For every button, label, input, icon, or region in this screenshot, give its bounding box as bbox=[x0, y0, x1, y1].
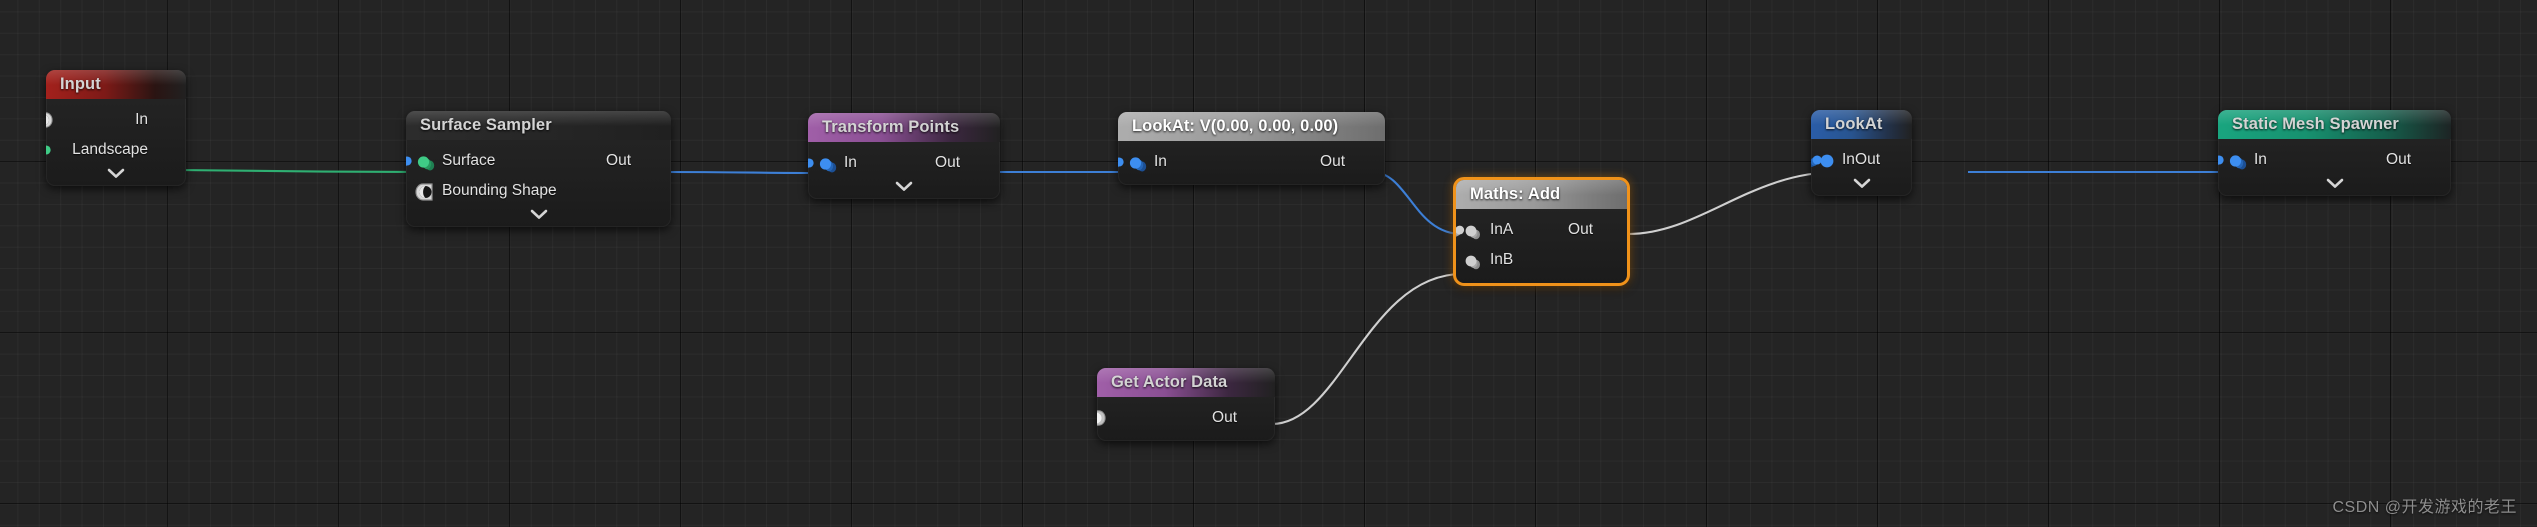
pin-row-bounding-shape[interactable]: Bounding Shape bbox=[406, 176, 671, 206]
node-input-title: Input bbox=[60, 75, 101, 93]
pin-label-in: In bbox=[1842, 151, 1855, 168]
node-surface-sampler-title: Surface Sampler bbox=[420, 116, 552, 134]
pin-label-ina: InA bbox=[1490, 221, 1514, 238]
pin-label-in: In bbox=[2254, 151, 2267, 168]
node-lookat-header[interactable]: LookAt bbox=[1811, 110, 1912, 139]
pin-in-inb[interactable]: InB bbox=[1463, 250, 1513, 271]
pin-label-surface: Surface bbox=[442, 152, 496, 169]
pin-in-static-mesh-spawner[interactable]: In bbox=[2227, 150, 2267, 171]
object-pin-icon[interactable] bbox=[415, 181, 433, 202]
node-lookat-vector-body: In Out bbox=[1118, 141, 1385, 185]
node-transform-points-title: Transform Points bbox=[822, 118, 960, 136]
pin-in-transform-points[interactable]: In bbox=[817, 153, 857, 174]
pin-in-lookat-vector[interactable]: In bbox=[1127, 152, 1167, 173]
data-pin-icon[interactable] bbox=[1118, 152, 1126, 173]
pin-row-surface[interactable]: Surface Out bbox=[406, 146, 671, 176]
pin-in-lookat[interactable]: In bbox=[1819, 150, 1855, 171]
pin-label-inb: InB bbox=[1490, 251, 1514, 268]
pin-label-out: Out bbox=[606, 152, 631, 169]
node-input-collapse-chevron[interactable] bbox=[46, 165, 186, 186]
pin-in-ina[interactable]: InA bbox=[1463, 220, 1513, 241]
node-get-actor-data-body: Out bbox=[1097, 397, 1275, 441]
node-transform-points-body: In Out bbox=[808, 142, 1000, 199]
pin-row-input-landscape[interactable]: Landscape bbox=[46, 135, 186, 165]
node-lookat-vector-title: LookAt: V(0.00, 0.00, 0.00) bbox=[1132, 117, 1339, 135]
pin-row-lookat-vector-in[interactable]: In Out bbox=[1118, 147, 1385, 177]
data-pin-icon[interactable] bbox=[2227, 150, 2247, 171]
node-get-actor-data-header[interactable]: Get Actor Data bbox=[1097, 368, 1275, 397]
pin-row-transform-points-in[interactable]: In Out bbox=[808, 148, 1000, 178]
node-transform-points-header[interactable]: Transform Points bbox=[808, 113, 1000, 142]
node-static-mesh-spawner-body: In Out bbox=[2218, 139, 2451, 196]
node-transform-points-collapse-chevron[interactable] bbox=[808, 178, 1000, 199]
pin-in-surface[interactable]: Surface bbox=[415, 151, 495, 172]
pin-in-bounding-shape[interactable]: Bounding Shape bbox=[415, 181, 557, 202]
pin-label-out: Out bbox=[935, 154, 960, 171]
node-static-mesh-spawner-title: Static Mesh Spawner bbox=[2232, 115, 2399, 133]
wire-maths-add-to-lookat bbox=[1627, 170, 1839, 236]
object-pin-icon[interactable] bbox=[46, 110, 53, 131]
pin-label-out: Out bbox=[1320, 153, 1345, 170]
wire-get-actor-data-to-maths-add bbox=[1271, 272, 1463, 426]
data-pin-icon[interactable] bbox=[817, 153, 837, 174]
node-surface-sampler[interactable]: Surface Sampler Surface Out Bounding Sha… bbox=[406, 111, 671, 227]
pin-label-out: Out bbox=[1855, 151, 1880, 168]
data-pin-icon[interactable] bbox=[1811, 150, 1824, 171]
node-transform-points[interactable]: Transform Points In Out bbox=[808, 113, 1000, 199]
data-pin-icon[interactable] bbox=[46, 140, 53, 161]
data-pin-icon[interactable] bbox=[2218, 150, 2226, 171]
wire-lookat-vector-to-maths-add bbox=[1371, 170, 1463, 236]
node-graph-canvas[interactable]: Input In Landscape Surface Sampler Surfa… bbox=[0, 0, 2537, 527]
object-pin-icon[interactable] bbox=[1097, 408, 1106, 429]
watermark-text: CSDN @开发游戏的老王 bbox=[2332, 499, 2517, 516]
pin-label-bounding-shape: Bounding Shape bbox=[442, 182, 557, 199]
pin-row-inb[interactable]: InB bbox=[1456, 245, 1627, 275]
connection-wires-layer bbox=[175, 168, 2228, 426]
pin-row-ina[interactable]: InA Out bbox=[1456, 215, 1627, 245]
node-surface-sampler-header[interactable]: Surface Sampler bbox=[406, 111, 671, 140]
pin-row-get-actor-data-out[interactable]: Out bbox=[1097, 403, 1275, 433]
node-lookat-body: In Out bbox=[1811, 139, 1912, 196]
pin-row-lookat-in[interactable]: In Out bbox=[1811, 145, 1912, 175]
pin-row-static-mesh-spawner-in[interactable]: In Out bbox=[2218, 145, 2451, 175]
node-lookat-collapse-chevron[interactable] bbox=[1811, 175, 1912, 196]
pin-label-landscape: Landscape bbox=[72, 141, 148, 158]
node-static-mesh-spawner[interactable]: Static Mesh Spawner In Out bbox=[2218, 110, 2451, 196]
wire-input-to-surface-sampler bbox=[175, 168, 426, 174]
node-surface-sampler-collapse-chevron[interactable] bbox=[406, 206, 671, 227]
node-input[interactable]: Input In Landscape bbox=[46, 70, 186, 186]
node-surface-sampler-body: Surface Out Bounding Shape bbox=[406, 140, 671, 227]
pin-label-in: In bbox=[844, 154, 857, 171]
pin-label-in: In bbox=[1154, 153, 1167, 170]
pin-label-out: Out bbox=[1212, 409, 1237, 426]
data-pin-icon[interactable] bbox=[1463, 250, 1480, 271]
data-pin-icon[interactable] bbox=[1127, 152, 1147, 173]
pin-label-in: In bbox=[135, 111, 148, 128]
node-lookat-vector[interactable]: LookAt: V(0.00, 0.00, 0.00) In Out bbox=[1118, 112, 1385, 185]
node-static-mesh-spawner-header[interactable]: Static Mesh Spawner bbox=[2218, 110, 2451, 139]
node-input-body: In Landscape bbox=[46, 99, 186, 186]
node-maths-add-title: Maths: Add bbox=[1470, 185, 1561, 203]
node-get-actor-data[interactable]: Get Actor Data Out bbox=[1097, 368, 1275, 441]
pin-row-input-in[interactable]: In bbox=[46, 105, 186, 135]
node-lookat-vector-header[interactable]: LookAt: V(0.00, 0.00, 0.00) bbox=[1118, 112, 1385, 141]
data-pin-icon[interactable] bbox=[415, 151, 435, 172]
node-maths-add[interactable]: Maths: Add InA Out InB bbox=[1453, 177, 1630, 286]
node-lookat[interactable]: LookAt In Out bbox=[1811, 110, 1912, 196]
data-pin-icon[interactable] bbox=[406, 151, 414, 172]
node-input-header[interactable]: Input bbox=[46, 70, 186, 99]
pin-label-out: Out bbox=[2386, 151, 2411, 168]
data-pin-icon[interactable] bbox=[808, 153, 816, 174]
node-lookat-title: LookAt bbox=[1825, 115, 1883, 133]
node-static-mesh-spawner-collapse-chevron[interactable] bbox=[2218, 175, 2451, 196]
pin-label-out: Out bbox=[1568, 221, 1593, 238]
wire-surface-sampler-to-transform-points bbox=[659, 170, 819, 175]
node-maths-add-body: InA Out InB bbox=[1456, 209, 1627, 283]
node-get-actor-data-title: Get Actor Data bbox=[1111, 373, 1228, 391]
data-pin-icon[interactable] bbox=[1456, 220, 1467, 241]
node-maths-add-header[interactable]: Maths: Add bbox=[1456, 180, 1627, 209]
